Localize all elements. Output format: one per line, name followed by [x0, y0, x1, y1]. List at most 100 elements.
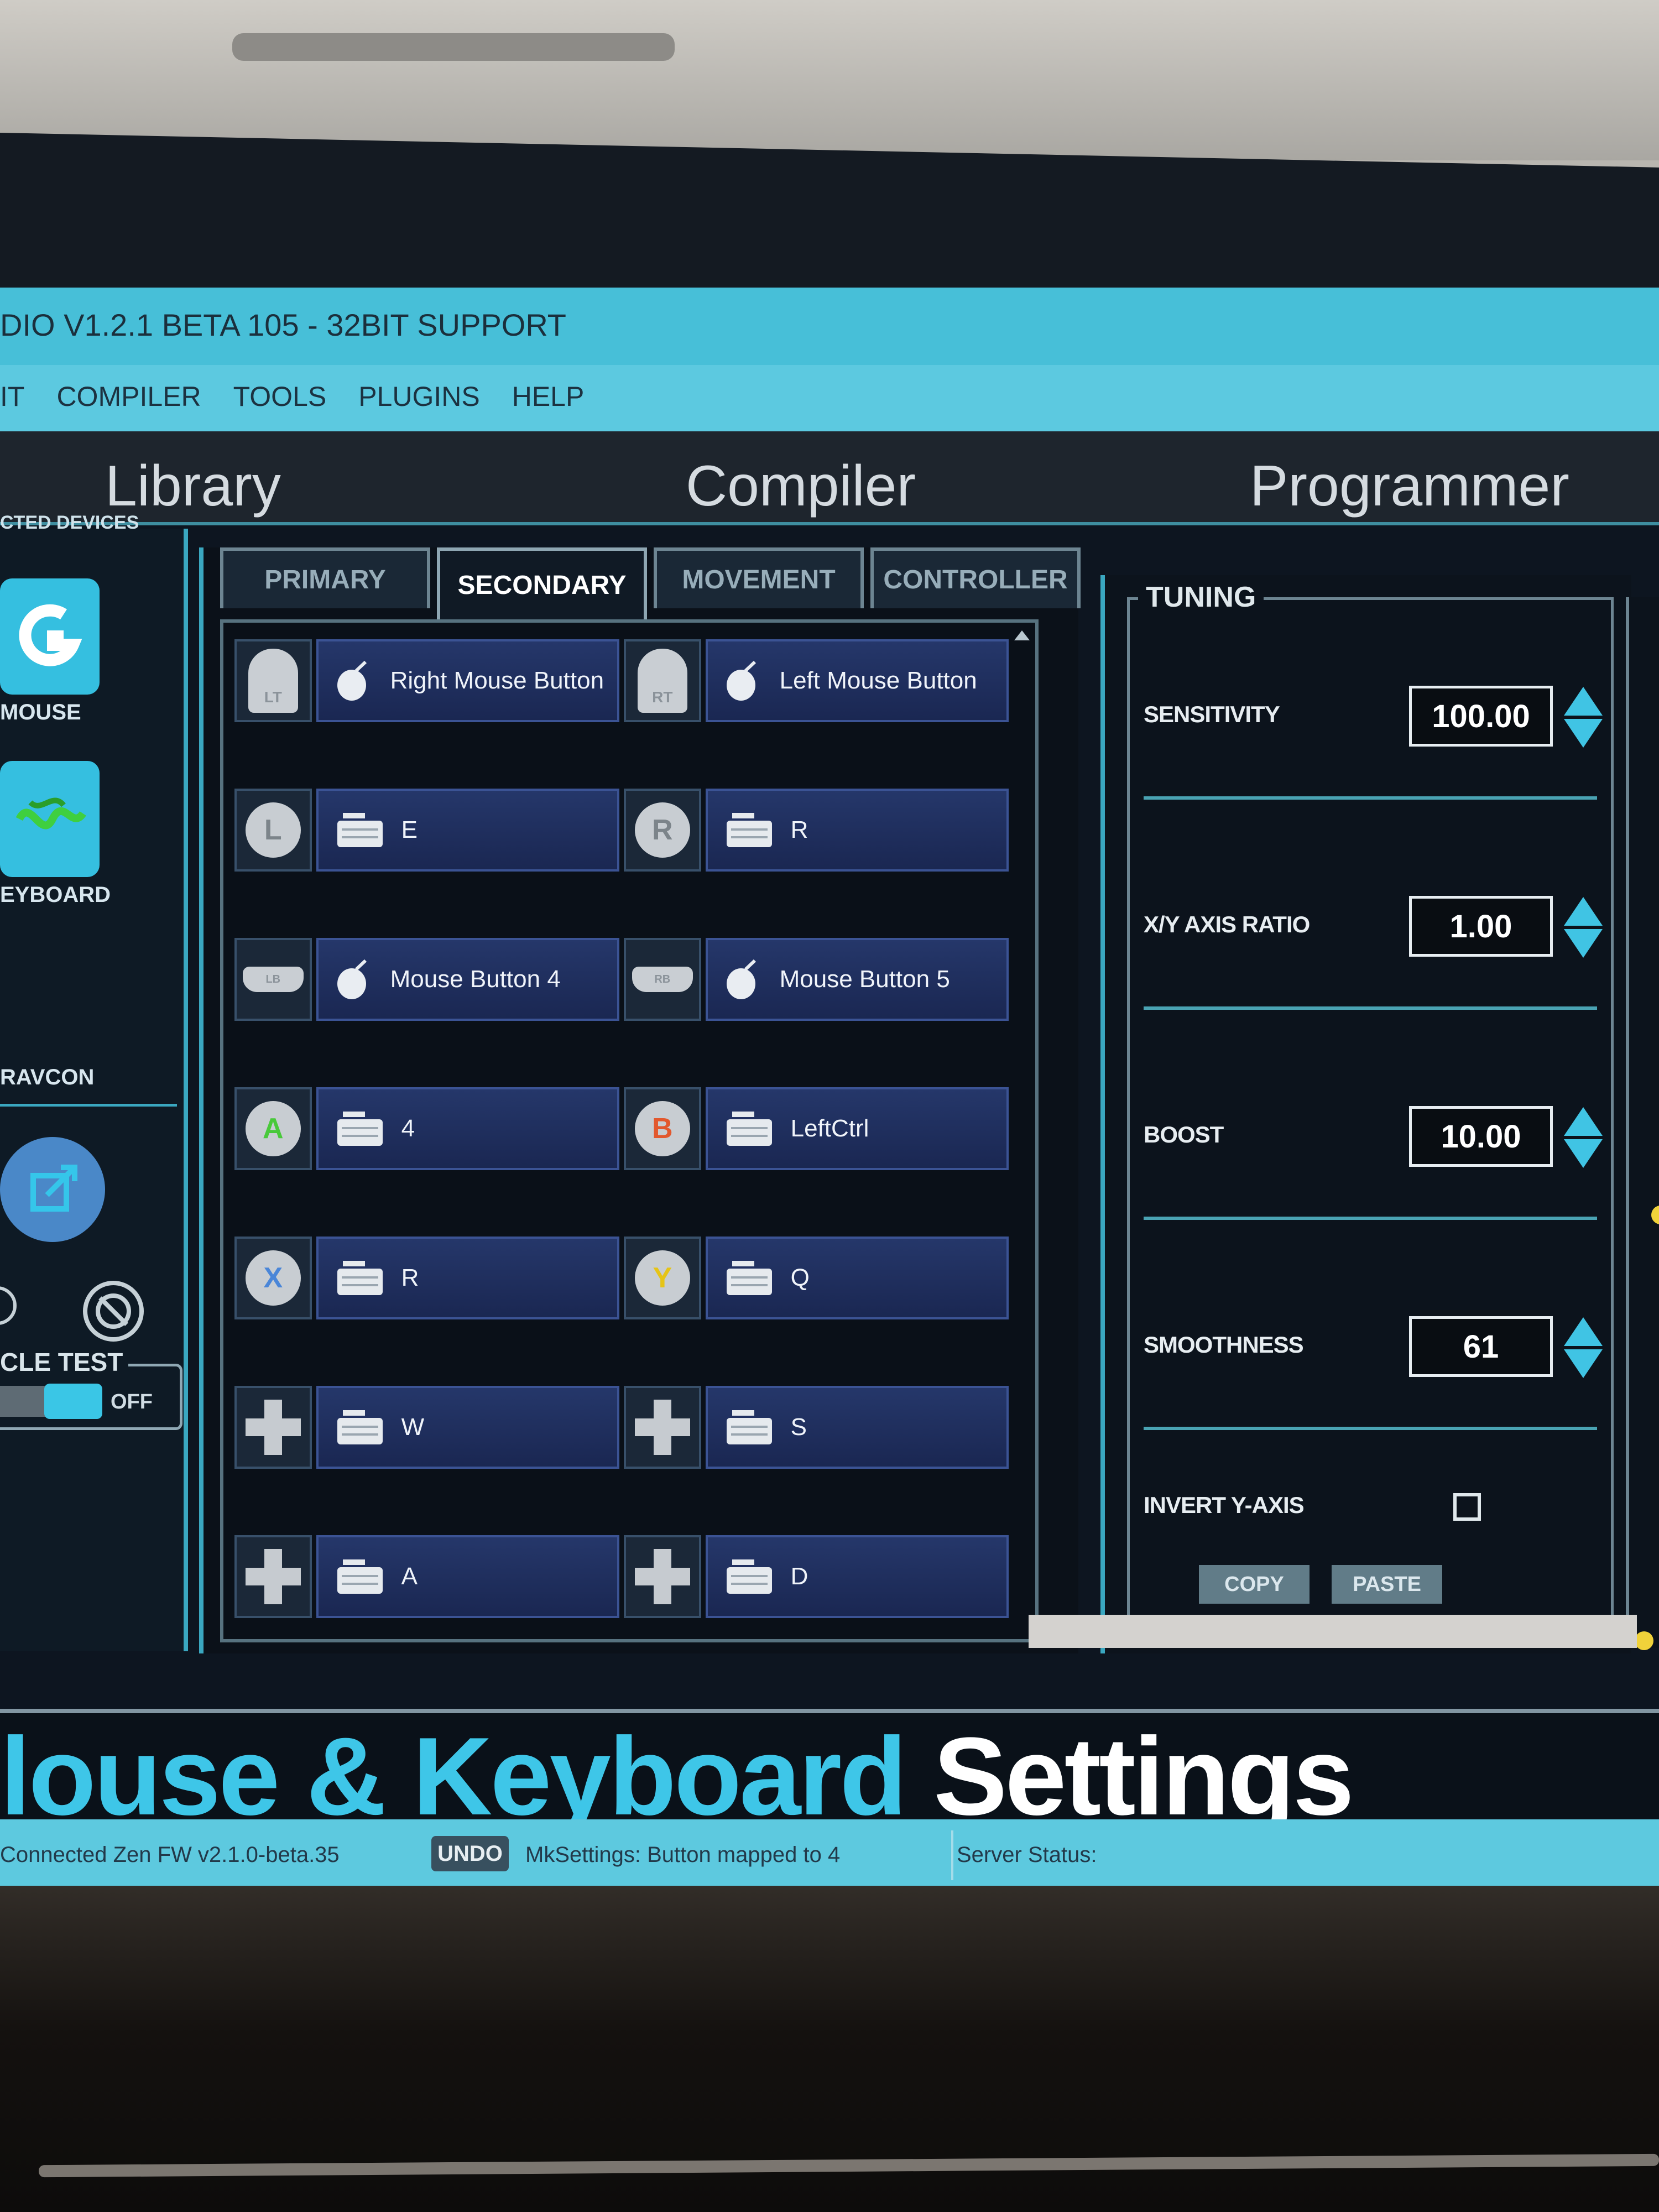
- binding-label: Right Mouse Button: [390, 667, 604, 694]
- menu-item-compiler[interactable]: COMPILER: [56, 380, 201, 431]
- application-window: DIO V1.2.1 BETA 105 - 32BIT SUPPORT IT C…: [0, 288, 1659, 1902]
- controller-input-lt[interactable]: LT: [234, 639, 312, 722]
- sensitivity-row: SENSITIVITY 100.00: [1144, 680, 1603, 752]
- dpad-left-icon: [245, 1549, 301, 1604]
- controller-input-y[interactable]: Y: [624, 1237, 701, 1319]
- smoothness-spinner[interactable]: [1564, 1317, 1603, 1378]
- binding-cell[interactable]: E: [316, 789, 619, 872]
- keyboard-icon: [337, 1112, 383, 1146]
- menu-item-tools[interactable]: TOOLS: [233, 380, 327, 431]
- copy-button[interactable]: COPY: [1199, 1565, 1310, 1604]
- tab-primary[interactable]: PRIMARY: [220, 547, 430, 608]
- binding-cell[interactable]: A: [316, 1535, 619, 1618]
- binding-cell[interactable]: W: [316, 1386, 619, 1469]
- spinner-up-icon[interactable]: [1564, 897, 1603, 926]
- left-trigger-icon: LT: [248, 649, 298, 713]
- tab-secondary[interactable]: SECONDARY: [437, 547, 647, 619]
- paste-button[interactable]: PASTE: [1332, 1565, 1442, 1604]
- spinner-up-icon[interactable]: [1564, 1317, 1603, 1346]
- section-programmer[interactable]: Programmer: [1250, 453, 1569, 519]
- controller-input-dpad-right[interactable]: [624, 1535, 701, 1618]
- binding-cell[interactable]: R: [316, 1237, 619, 1319]
- button-mapping-panel: PRIMARY SECONDARY MOVEMENT CONTROLLER LT…: [199, 547, 1081, 1653]
- controller-input-ls[interactable]: L: [234, 789, 312, 872]
- binding-cell[interactable]: Left Mouse Button: [705, 639, 1009, 722]
- controller-input-b[interactable]: B: [624, 1087, 701, 1170]
- boost-spinner[interactable]: [1564, 1107, 1603, 1168]
- wall-shadow: [232, 33, 675, 61]
- menu-bar: IT COMPILER TOOLS PLUGINS HELP: [0, 365, 1659, 431]
- menu-item-edit[interactable]: IT: [0, 380, 24, 431]
- invert-y-label: INVERT Y-AXIS: [1144, 1492, 1305, 1518]
- sensitivity-input[interactable]: 100.00: [1409, 686, 1553, 747]
- binding-cell[interactable]: Mouse Button 5: [705, 938, 1009, 1021]
- controller-input-dpad-up[interactable]: [234, 1386, 312, 1469]
- binding-cell[interactable]: Right Mouse Button: [316, 639, 619, 722]
- binding-cell[interactable]: Q: [705, 1237, 1009, 1319]
- server-status-label: Server Status:: [957, 1843, 1097, 1867]
- rail-divider: [0, 1104, 177, 1107]
- server-status-progress: [1029, 1615, 1637, 1648]
- binding-cell[interactable]: S: [705, 1386, 1009, 1469]
- device-keyboard-tile[interactable]: [0, 761, 100, 877]
- xy-ratio-spinner[interactable]: [1564, 897, 1603, 958]
- tuning-divider: [1144, 1217, 1597, 1220]
- y-button-icon: Y: [634, 1250, 690, 1306]
- device-mouse-tile[interactable]: [0, 578, 100, 695]
- mapping-list[interactable]: LT Right Mouse Button RT Left Mouse Butt…: [220, 619, 1039, 1642]
- menu-item-help[interactable]: HELP: [512, 380, 585, 431]
- spinner-down-icon[interactable]: [1564, 1349, 1603, 1378]
- disable-device-button[interactable]: [83, 1281, 144, 1342]
- mapping-row: W S: [234, 1386, 1009, 1469]
- disabled-icon: [96, 1293, 131, 1329]
- tuning-divider: [1144, 1006, 1597, 1010]
- sensitivity-spinner[interactable]: [1564, 687, 1603, 748]
- controller-input-dpad-left[interactable]: [234, 1535, 312, 1618]
- mapping-row: LB Mouse Button 4 RB Mouse Button 5: [234, 938, 1009, 1021]
- keyboard-icon: [726, 813, 772, 847]
- controller-input-rs[interactable]: R: [624, 789, 701, 872]
- spinner-down-icon[interactable]: [1564, 929, 1603, 958]
- tab-movement[interactable]: MOVEMENT: [654, 547, 864, 608]
- binding-cell[interactable]: Mouse Button 4: [316, 938, 619, 1021]
- scroll-up-arrow[interactable]: [1014, 630, 1030, 640]
- dpad-right-icon: [634, 1549, 690, 1604]
- binding-cell[interactable]: D: [705, 1535, 1009, 1618]
- controller-input-rt[interactable]: RT: [624, 639, 701, 722]
- binding-cell[interactable]: LeftCtrl: [705, 1087, 1009, 1170]
- status-separator: [951, 1830, 953, 1880]
- device-converter-label: RAVCON: [0, 1065, 95, 1089]
- converter-device-button[interactable]: [0, 1137, 105, 1242]
- tuning-panel: TUNING SENSITIVITY 100.00 X/Y AXIS RATIO…: [1100, 575, 1631, 1653]
- controller-input-lb[interactable]: LB: [234, 938, 312, 1021]
- section-compiler[interactable]: Compiler: [686, 453, 916, 519]
- binding-cell[interactable]: R: [705, 789, 1009, 872]
- tab-controller[interactable]: CONTROLLER: [870, 547, 1081, 608]
- section-library[interactable]: Library: [105, 453, 281, 519]
- keyboard-icon: [726, 1112, 772, 1146]
- curve-point[interactable]: [1651, 1206, 1659, 1224]
- curve-point[interactable]: [1635, 1631, 1653, 1650]
- spinner-up-icon[interactable]: [1564, 687, 1603, 716]
- smoothness-input[interactable]: 61: [1409, 1316, 1553, 1377]
- spinner-down-icon[interactable]: [1564, 719, 1603, 748]
- right-trigger-icon: RT: [637, 649, 687, 713]
- binding-label: R: [401, 1264, 419, 1291]
- keyboard-icon: [337, 1559, 383, 1594]
- controller-input-a[interactable]: A: [234, 1087, 312, 1170]
- menu-item-plugins[interactable]: PLUGINS: [358, 380, 480, 431]
- spinner-down-icon[interactable]: [1564, 1139, 1603, 1168]
- controller-input-x[interactable]: X: [234, 1237, 312, 1319]
- boost-input[interactable]: 10.00: [1409, 1106, 1553, 1167]
- controller-input-dpad-down[interactable]: [624, 1386, 701, 1469]
- xy-ratio-input[interactable]: 1.00: [1409, 896, 1553, 957]
- toggle-knob[interactable]: [44, 1384, 102, 1419]
- spinner-up-icon[interactable]: [1564, 1107, 1603, 1136]
- mapping-row: A D: [234, 1535, 1009, 1618]
- binding-cell[interactable]: 4: [316, 1087, 619, 1170]
- controller-input-rb[interactable]: RB: [624, 938, 701, 1021]
- invert-y-checkbox[interactable]: [1453, 1493, 1481, 1521]
- undo-button[interactable]: UNDO: [431, 1836, 509, 1871]
- rail-option-button[interactable]: [0, 1286, 17, 1325]
- binding-label: Mouse Button 5: [779, 966, 950, 993]
